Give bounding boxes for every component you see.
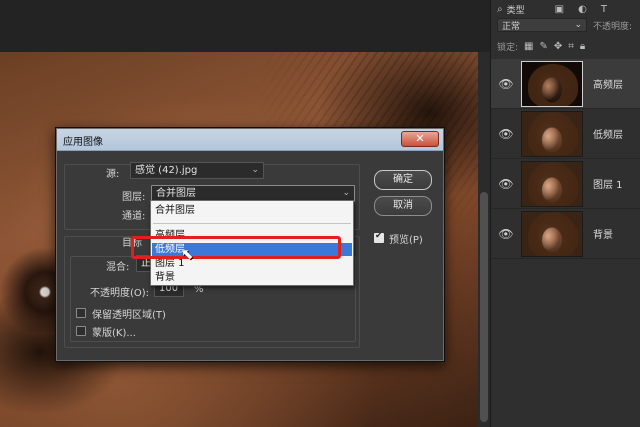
blend-mode-select[interactable]: 正常 ⌄	[497, 18, 587, 32]
ok-button[interactable]: 确定	[374, 170, 432, 190]
layers-panel: ⌕ 类型 ▣ ◐ T 正常 ⌄ 不透明度: 锁定: ▦ ✎ ✥ ⌗ 🔒︎ 👁︎ …	[490, 0, 640, 427]
preview-checkbox[interactable]	[374, 231, 384, 243]
adjustment-filter-icon[interactable]: ◐	[578, 4, 587, 15]
layer-name: 图层 1	[593, 180, 623, 191]
dropdown-item-merged[interactable]: 合并图层	[152, 204, 352, 217]
source-label: 源:	[106, 169, 120, 180]
options-bar-area	[0, 0, 490, 52]
mask-checkbox[interactable]	[76, 326, 86, 336]
mask-label[interactable]: 蒙版(K)...	[92, 324, 136, 339]
layer-thumbnail	[521, 60, 583, 107]
canvas-scrollbar[interactable]	[478, 52, 490, 427]
lock-row: 锁定: ▦ ✎ ✥ ⌗ 🔒︎	[491, 37, 640, 55]
lock-label: 锁定:	[497, 42, 519, 53]
opacity-label: 不透明度(O):	[90, 288, 150, 299]
layer-value: 合并图层	[156, 188, 196, 199]
search-icon[interactable]: ⌕	[497, 4, 503, 15]
lock-transparent-icon[interactable]: ▦	[524, 41, 533, 52]
visibility-eye-icon[interactable]: 👁︎	[491, 177, 521, 191]
layer-row-background[interactable]: 👁︎ 背景	[491, 209, 640, 259]
layer-name: 高频层	[593, 80, 623, 91]
mouse-cursor-icon: ⬉	[181, 245, 194, 263]
layer-row-low-frequency[interactable]: 👁︎ 低频层	[491, 109, 640, 159]
dropdown-divider	[153, 223, 351, 224]
chevron-down-icon: ⌄	[251, 165, 259, 175]
blend-mode-value: 正常	[502, 21, 521, 32]
visibility-eye-icon[interactable]: 👁︎	[491, 77, 521, 91]
lock-pixels-icon[interactable]: ✎	[540, 41, 548, 52]
dialog-title: 应用图像	[63, 137, 103, 148]
pixel-filter-icon[interactable]: ▣	[555, 4, 564, 15]
chevron-down-icon: ⌄	[574, 20, 582, 30]
source-select[interactable]: 感觉 (42).jpg ⌄	[130, 162, 264, 179]
kind-filter-select[interactable]: 类型	[507, 3, 525, 16]
cancel-button[interactable]: 取消	[374, 196, 432, 216]
visibility-eye-icon[interactable]: 👁︎	[491, 227, 521, 241]
close-button[interactable]: ✕	[401, 131, 439, 147]
opacity-label: 不透明度:	[593, 21, 633, 32]
type-filter-icon[interactable]: T	[601, 4, 607, 15]
layer-name: 低频层	[593, 130, 623, 141]
preserve-transparency-label[interactable]: 保留透明区域(T)	[92, 306, 166, 321]
layer-row-layer-1[interactable]: 👁︎ 图层 1	[491, 159, 640, 209]
layer-row-high-frequency[interactable]: 👁︎ 高频层	[491, 59, 640, 109]
scrollbar-thumb[interactable]	[480, 192, 488, 422]
layer-label: 图层:	[122, 192, 146, 203]
lock-position-icon[interactable]: ✥	[554, 41, 562, 52]
artboard-icon[interactable]: ⌗	[568, 41, 574, 52]
preview-label[interactable]: 预览(P)	[389, 231, 423, 246]
dropdown-item-background[interactable]: 背景	[152, 271, 352, 284]
layer-thumbnail	[521, 110, 583, 157]
layer-thumbnail	[521, 160, 583, 207]
blend-row: 正常 ⌄ 不透明度:	[491, 16, 640, 34]
layer-thumbnail	[521, 210, 583, 257]
preserve-transparency-checkbox[interactable]	[76, 308, 86, 318]
annotation-highlight-box	[131, 236, 341, 259]
blending-label: 混合:	[106, 262, 130, 273]
source-value: 感觉 (42).jpg	[135, 165, 198, 176]
channel-label: 通道:	[122, 211, 146, 222]
chevron-down-icon: ⌄	[342, 188, 350, 198]
visibility-eye-icon[interactable]: 👁︎	[491, 127, 521, 141]
lock-all-icon[interactable]: 🔒︎	[580, 41, 585, 52]
layer-name: 背景	[593, 230, 613, 241]
dialog-titlebar[interactable]: 应用图像 ✕	[57, 129, 443, 151]
